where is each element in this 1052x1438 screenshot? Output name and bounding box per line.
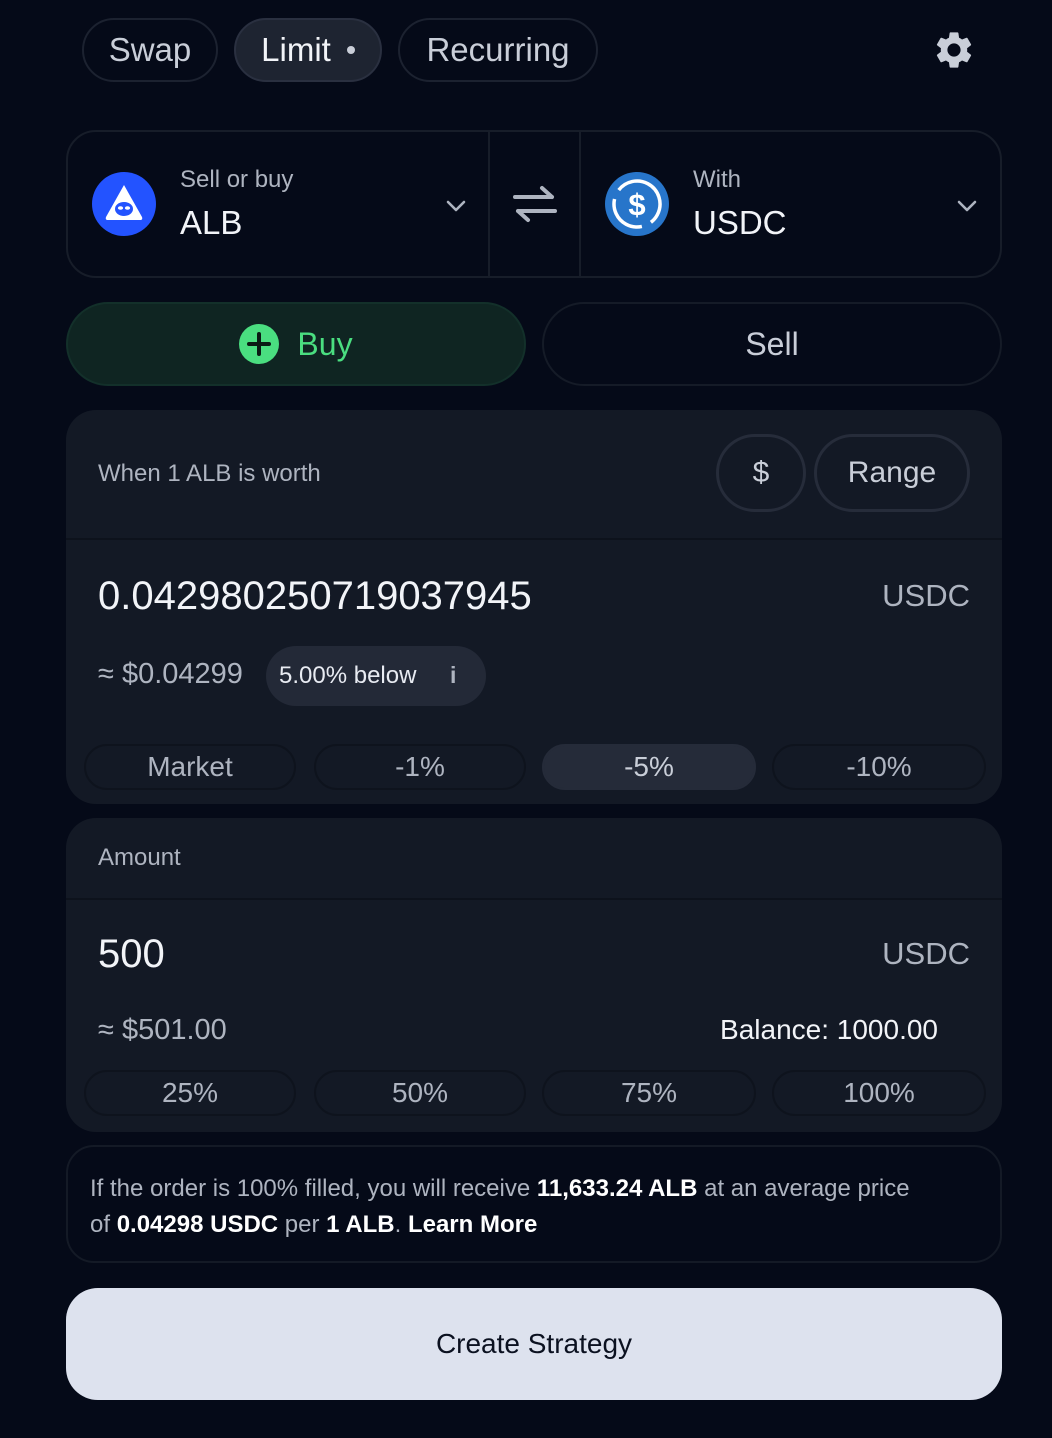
price-usd-equivalent: ≈ $0.04299 xyxy=(98,658,243,690)
summary-receive-amount: 11,633.24 ALB xyxy=(536,1175,698,1202)
with-label: With xyxy=(693,166,741,193)
preset-label: 100% xyxy=(843,1077,915,1108)
sell-or-buy-label: Sell or buy xyxy=(180,166,294,193)
tab-swap[interactable]: Swap xyxy=(82,18,218,82)
buy-button[interactable]: Buy xyxy=(66,302,526,386)
price-diff-text: 5.00% below xyxy=(279,662,417,689)
preset-minus-1[interactable]: -1% xyxy=(314,744,526,790)
with-token-select[interactable]: $ With USDC xyxy=(581,132,1001,276)
amount-preset-75[interactable]: 75% xyxy=(542,1070,756,1116)
swap-direction-button[interactable] xyxy=(490,132,580,276)
amount-preset-25[interactable]: 25% xyxy=(84,1070,296,1116)
preset-label: 25% xyxy=(161,1077,219,1108)
sell-label: Sell xyxy=(745,325,799,362)
amount-unit-label: USDC xyxy=(882,936,970,971)
amount-preset-100[interactable]: 100% xyxy=(772,1070,986,1116)
svg-text:$: $ xyxy=(628,187,645,222)
sell-or-buy-token-name: ALB xyxy=(180,204,243,241)
price-diff-badge: 5.00% below i xyxy=(266,646,486,706)
summary-text: of xyxy=(90,1211,117,1238)
preset-label: Market xyxy=(147,751,233,782)
summary-average-price: 0.04298 USDC xyxy=(116,1211,279,1238)
range-button[interactable]: Range xyxy=(814,434,970,512)
token-pair-selector: Sell or buy ALB $ With USDC xyxy=(66,130,1002,278)
tab-swap-label: Swap xyxy=(108,31,192,68)
divider xyxy=(66,538,1002,540)
gear-icon[interactable] xyxy=(932,28,976,72)
create-strategy-label: Create Strategy xyxy=(435,1328,633,1359)
balance-text[interactable]: Balance: 1000.00 xyxy=(720,1014,938,1046)
amount-usd-equivalent: ≈ $501.00 xyxy=(98,1014,227,1046)
preset-label: 75% xyxy=(620,1077,678,1108)
swap-arrows-icon xyxy=(512,184,558,224)
tab-recurring-label: Recurring xyxy=(426,31,570,68)
summary-text: . xyxy=(394,1211,408,1238)
limit-price-card: When 1 ALB is worth $ Range 0.0429802507… xyxy=(66,410,1002,804)
sell-button[interactable]: Sell xyxy=(542,302,1002,386)
chevron-down-icon xyxy=(955,194,979,218)
tab-recurring[interactable]: Recurring xyxy=(398,18,598,82)
preset-minus-10[interactable]: -10% xyxy=(772,744,986,790)
preset-label: -5% xyxy=(624,751,674,782)
summary-text: at an average price xyxy=(697,1175,910,1202)
preset-label: -10% xyxy=(846,751,912,782)
chevron-down-icon xyxy=(444,194,468,218)
preset-minus-5[interactable]: -5% xyxy=(542,744,756,790)
preset-label: -1% xyxy=(395,751,445,782)
info-icon[interactable]: i xyxy=(450,662,456,689)
summary-per-unit: 1 ALB xyxy=(326,1211,395,1238)
plus-circle-icon xyxy=(239,324,280,364)
dollar-toggle-button[interactable]: $ xyxy=(716,434,806,512)
divider xyxy=(66,898,1002,900)
active-dot xyxy=(346,46,355,54)
range-label: Range xyxy=(847,456,937,489)
usdc-token-icon: $ xyxy=(605,172,669,236)
summary-text: per xyxy=(278,1211,327,1238)
preset-label: 50% xyxy=(391,1077,449,1108)
alb-token-icon xyxy=(92,172,156,236)
learn-more-link[interactable]: Learn More xyxy=(408,1211,537,1238)
sell-or-buy-token-select[interactable]: Sell or buy ALB xyxy=(68,132,490,276)
limit-price-input[interactable]: 0.042980250719037945 xyxy=(98,574,532,619)
buy-label: Buy xyxy=(297,325,353,362)
price-unit-label: USDC xyxy=(882,578,970,613)
amount-card: Amount 500 USDC ≈ $501.00 Balance: 1000.… xyxy=(66,818,1002,1132)
amount-label: Amount xyxy=(98,844,181,871)
dollar-label: $ xyxy=(752,456,770,489)
price-condition-label: When 1 ALB is worth xyxy=(98,460,321,487)
summary-text: If the order is 100% filled, you will re… xyxy=(90,1175,537,1202)
tab-limit[interactable]: Limit xyxy=(234,18,382,82)
amount-preset-50[interactable]: 50% xyxy=(314,1070,526,1116)
amount-input[interactable]: 500 xyxy=(98,932,165,977)
order-summary: If the order is 100% filled, you will re… xyxy=(66,1145,1002,1263)
preset-market[interactable]: Market xyxy=(84,744,296,790)
tab-limit-label: Limit xyxy=(261,31,331,68)
with-token-name: USDC xyxy=(693,204,787,241)
create-strategy-button[interactable]: Create Strategy xyxy=(66,1288,1002,1400)
